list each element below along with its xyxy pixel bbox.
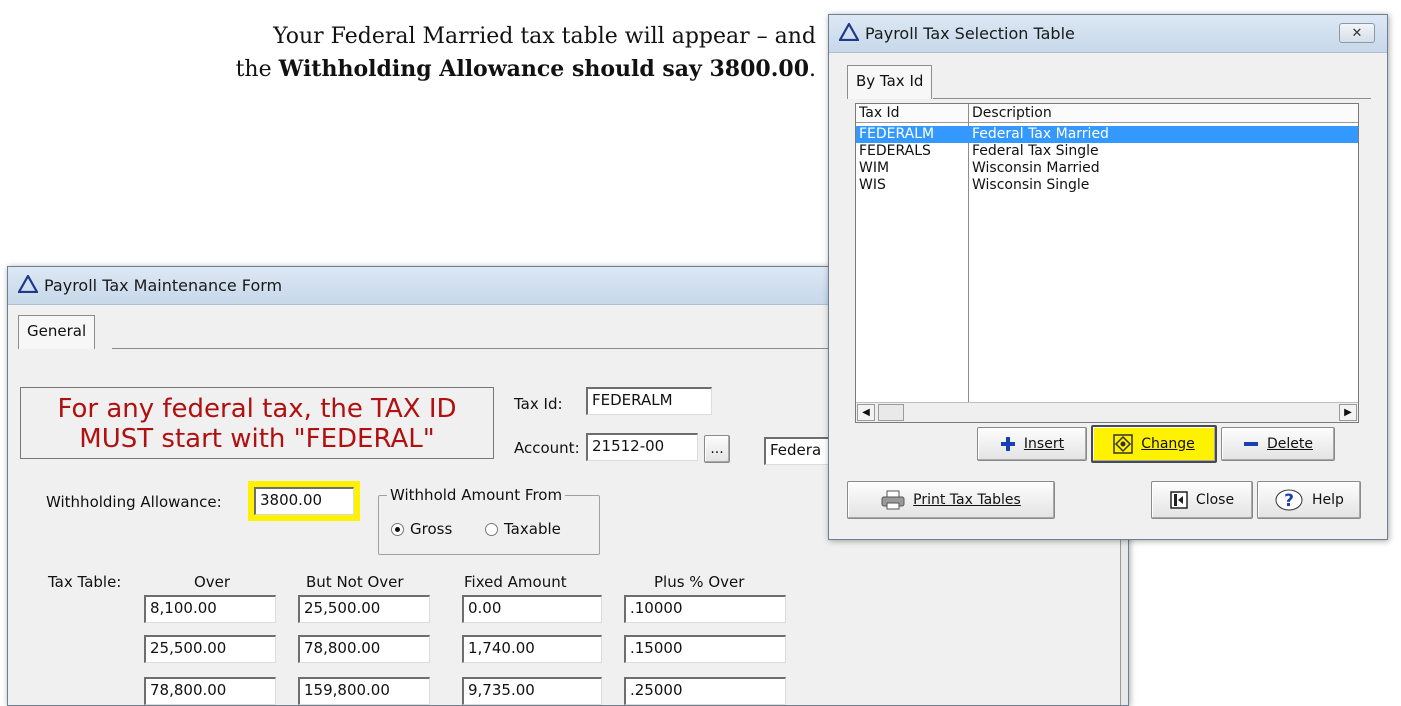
withholding-allowance-label: Withholding Allowance: (46, 493, 222, 511)
withhold-amount-from-group: Withhold Amount From Gross Taxable (378, 486, 600, 555)
row2-plus-pct-over[interactable]: .15000 (624, 635, 786, 663)
tax-id-label: Tax Id: (514, 395, 563, 413)
tab-strip-line (933, 98, 1371, 99)
exit-door-icon (1170, 491, 1188, 509)
notice-line-1: For any federal tax, the TAX ID (57, 394, 457, 424)
list-item-id: FEDERALS (859, 143, 931, 159)
list-item-desc: Wisconsin Married (972, 160, 1100, 176)
scroll-thumb[interactable] (878, 404, 904, 421)
caption-bold: Withholding Allowance should say 3800.00 (278, 56, 809, 82)
col-description[interactable]: Description (972, 105, 1052, 121)
tab-by-tax-id[interactable]: By Tax Id (847, 65, 933, 99)
instruction-caption: Your Federal Married tax table will appe… (96, 20, 816, 86)
col-but-not-over: But Not Over (306, 573, 404, 591)
app-triangle-icon (18, 275, 38, 293)
list-item-desc: Federal Tax Single (972, 143, 1099, 159)
plus-icon (1000, 437, 1015, 451)
radio-taxable-indicator (485, 522, 498, 536)
print-label: Print Tax Tables (913, 492, 1021, 508)
print-tax-tables-button[interactable]: Print Tax Tables (847, 481, 1055, 519)
window-close-icon[interactable]: ✕ (1339, 23, 1375, 43)
caption-line-1: Your Federal Married tax table will appe… (273, 24, 816, 49)
delete-button[interactable]: Delete (1221, 427, 1335, 461)
help-button[interactable]: ? Help (1257, 481, 1361, 519)
radio-gross[interactable]: Gross (391, 520, 452, 538)
row3-fixed-amount[interactable]: 9,735.00 (462, 677, 602, 705)
row2-over[interactable]: 25,500.00 (144, 635, 276, 663)
close-button[interactable]: Close (1151, 481, 1253, 519)
list-item[interactable]: FEDERALM Federal Tax Married (856, 126, 1358, 143)
account-label: Account: (514, 439, 580, 457)
maintenance-title: Payroll Tax Maintenance Form (44, 276, 283, 295)
row3-plus-pct-over[interactable]: .25000 (624, 677, 786, 705)
radio-gross-label: Gross (410, 520, 453, 538)
horizontal-scrollbar[interactable]: ◀ ▶ (856, 402, 1358, 422)
caption-line-2: the Withholding Allowance should say 380… (96, 53, 816, 86)
tax-id-listview[interactable]: Tax Id Description FEDERALM Federal Tax … (855, 103, 1359, 423)
caption-prefix: the (235, 57, 279, 82)
radio-gross-indicator (391, 522, 404, 536)
delete-label: Delete (1267, 436, 1313, 452)
col-tax-id[interactable]: Tax Id (859, 105, 900, 121)
svg-text:?: ? (1284, 491, 1294, 511)
list-item-id: WIS (859, 177, 886, 193)
radio-taxable[interactable]: Taxable (485, 520, 561, 538)
list-item[interactable]: WIM Wisconsin Married (856, 160, 1358, 177)
row2-but-not-over[interactable]: 78,800.00 (298, 635, 430, 663)
payroll-tax-selection-window: Payroll Tax Selection Table ✕ By Tax Id … (828, 14, 1388, 540)
insert-button[interactable]: Insert (977, 427, 1087, 461)
insert-label: Insert (1023, 436, 1065, 452)
col-plus-pct-over: Plus % Over (654, 573, 745, 591)
list-item-desc: Federal Tax Married (972, 126, 1109, 142)
scroll-right-icon[interactable]: ▶ (1339, 404, 1357, 421)
help-label: Help (1312, 492, 1344, 508)
minus-icon (1244, 442, 1258, 446)
caption-suffix: . (809, 57, 816, 82)
help-question-icon: ? (1275, 489, 1303, 511)
notice-line-2: MUST start with "FEDERAL" (79, 424, 435, 454)
row1-over[interactable]: 8,100.00 (144, 595, 276, 623)
tax-id-field[interactable]: FEDERALM (586, 387, 712, 415)
scroll-left-icon[interactable]: ◀ (857, 404, 875, 421)
list-item-id: FEDERALM (859, 126, 935, 142)
change-icon (1113, 434, 1133, 454)
row2-fixed-amount[interactable]: 1,740.00 (462, 635, 602, 663)
row1-plus-pct-over[interactable]: .10000 (624, 595, 786, 623)
selection-titlebar: Payroll Tax Selection Table ✕ (829, 15, 1387, 53)
tax-table-label: Tax Table: (48, 573, 122, 591)
change-button[interactable]: Change (1091, 425, 1217, 463)
list-item[interactable]: FEDERALS Federal Tax Single (856, 143, 1358, 160)
radio-taxable-label: Taxable (504, 520, 561, 538)
close-label: Close (1195, 492, 1235, 508)
list-item-id: WIM (859, 160, 890, 176)
tab-general[interactable]: General (18, 315, 96, 349)
printer-icon (881, 490, 905, 510)
account-field[interactable]: 21512-00 (586, 433, 698, 461)
list-item[interactable]: WIS Wisconsin Single (856, 177, 1358, 194)
row1-but-not-over[interactable]: 25,500.00 (298, 595, 430, 623)
withhold-amount-from-title: Withhold Amount From (387, 486, 566, 504)
col-over: Over (194, 573, 231, 591)
row3-but-not-over[interactable]: 159,800.00 (298, 677, 430, 705)
listview-header: Tax Id Description (856, 104, 1358, 123)
row3-over[interactable]: 78,800.00 (144, 677, 276, 705)
federal-tax-id-notice: For any federal tax, the TAX ID MUST sta… (20, 387, 494, 459)
account-browse-button[interactable]: ... (704, 435, 730, 463)
app-triangle-icon (839, 23, 859, 41)
row1-fixed-amount[interactable]: 0.00 (462, 595, 602, 623)
change-label: Change (1141, 436, 1195, 452)
withholding-allowance-field[interactable]: 3800.00 (254, 487, 354, 515)
col-fixed-amount: Fixed Amount (464, 573, 567, 591)
list-item-desc: Wisconsin Single (972, 177, 1090, 193)
selection-title: Payroll Tax Selection Table (865, 24, 1075, 43)
